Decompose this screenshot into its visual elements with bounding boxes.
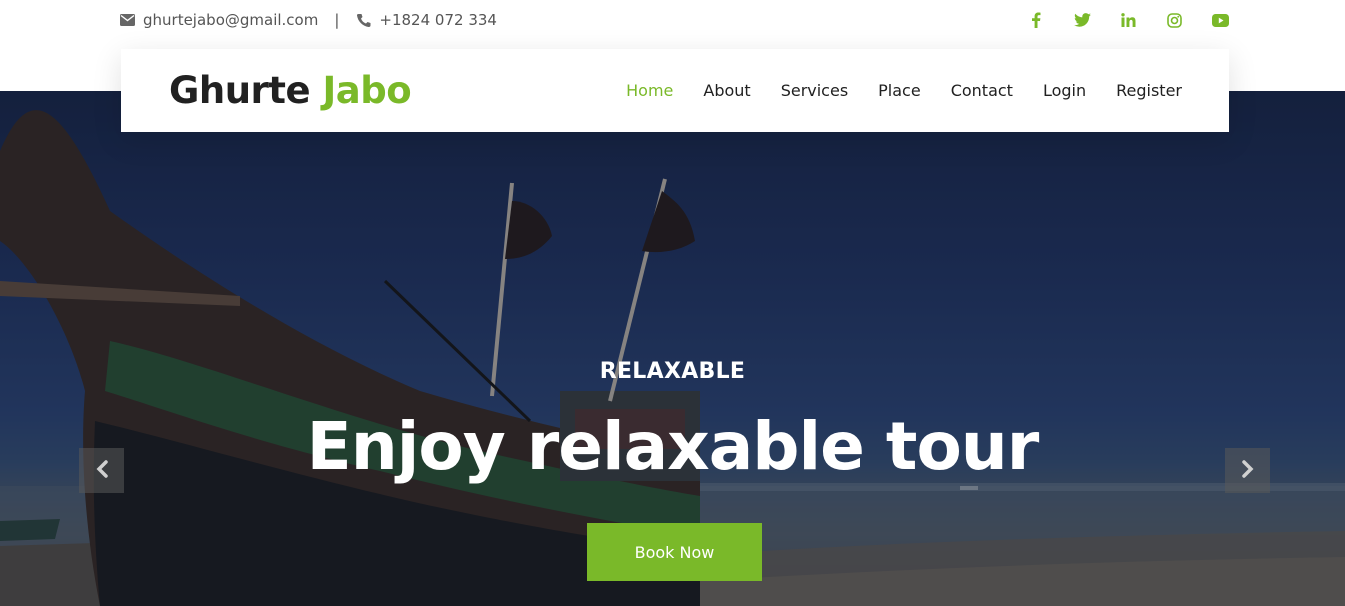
nav-item-register[interactable]: Register [1116,81,1182,100]
book-now-button[interactable]: Book Now [587,523,762,581]
nav-item-home[interactable]: Home [626,81,673,100]
twitter-icon[interactable] [1073,11,1091,29]
nav-item-place[interactable]: Place [878,81,921,100]
nav-item-about[interactable]: About [703,81,750,100]
facebook-icon[interactable] [1027,11,1045,29]
top-contact-bar: ghurtejabo@gmail.com | +1824 072 334 [0,0,1345,40]
contact-phone[interactable]: +1824 072 334 [379,11,497,29]
chevron-right-icon [1241,459,1255,482]
slider-prev-button[interactable] [79,448,124,493]
hero-slider: RELAXABLE Enjoy relaxable tour Book Now [0,91,1345,606]
linkedin-icon[interactable] [1119,11,1137,29]
brand-name-part2: Jabo [322,69,412,112]
contact-separator: | [334,11,340,29]
hero-kicker: RELAXABLE [599,359,746,384]
envelope-icon [119,12,135,28]
nav-item-contact[interactable]: Contact [951,81,1013,100]
contact-info: ghurtejabo@gmail.com | +1824 072 334 [119,10,497,30]
nav-menu: Home About Services Place Contact Login … [596,49,1182,132]
nav-item-services[interactable]: Services [781,81,848,100]
instagram-icon[interactable] [1165,11,1183,29]
hero-headline: Enjoy relaxable tour [306,408,1040,485]
main-navbar: Ghurte Jabo Home About Services Place Co… [121,49,1229,132]
chevron-left-icon [95,459,109,482]
nav-item-login[interactable]: Login [1043,81,1086,100]
slider-next-button[interactable] [1225,448,1270,493]
youtube-icon[interactable] [1211,11,1229,29]
phone-icon [355,12,371,28]
brand-logo[interactable]: Ghurte Jabo [169,69,412,113]
contact-email[interactable]: ghurtejabo@gmail.com [143,11,318,29]
social-links [999,10,1229,30]
brand-name-part1: Ghurte [169,69,311,112]
